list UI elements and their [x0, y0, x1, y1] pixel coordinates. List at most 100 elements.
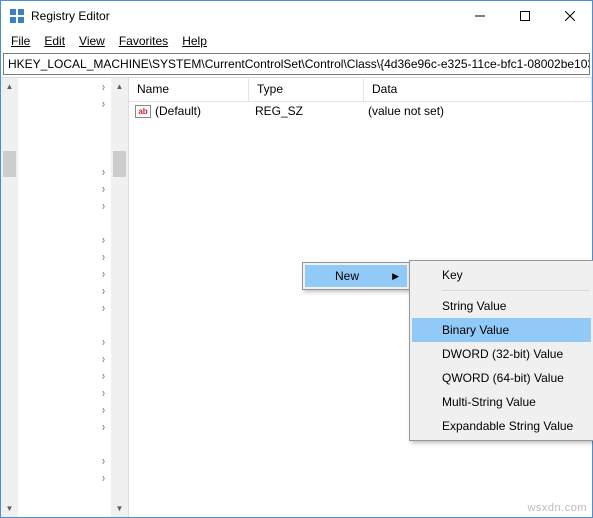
submenu-qword-value[interactable]: QWORD (64-bit) Value — [412, 366, 591, 390]
watermark: wsxdn.com — [527, 502, 587, 514]
submenu-key[interactable]: Key — [412, 263, 591, 287]
tree-scrollbar-left[interactable]: ▲ ▼ — [1, 78, 18, 517]
tree-item[interactable] — [71, 129, 111, 146]
chevron-right-icon: › — [102, 267, 105, 281]
registry-editor-window: Registry Editor File Edit View Favorites… — [0, 0, 593, 518]
tree-item[interactable] — [71, 214, 111, 231]
chevron-right-icon: › — [102, 386, 105, 400]
chevron-right-icon: › — [102, 284, 105, 298]
tree-item[interactable]: › — [71, 197, 111, 214]
address-text: HKEY_LOCAL_MACHINE\SYSTEM\CurrentControl… — [8, 57, 590, 71]
chevron-right-icon: › — [102, 471, 105, 485]
tree-item[interactable]: › — [71, 350, 111, 367]
menu-help[interactable]: Help — [176, 32, 213, 50]
chevron-right-icon: › — [102, 335, 105, 349]
string-value-icon: ab — [135, 105, 151, 118]
chevron-right-icon: › — [102, 182, 105, 196]
close-button[interactable] — [547, 1, 592, 31]
content-area: ▲ ▼ › › › › › › › — [1, 77, 592, 517]
chevron-right-icon: › — [102, 454, 105, 468]
list-body[interactable]: ab (Default) REG_SZ (value not set) New … — [129, 102, 592, 517]
minimize-icon — [475, 11, 485, 21]
tree-item[interactable]: › — [71, 180, 111, 197]
menu-view[interactable]: View — [73, 32, 111, 50]
chevron-right-icon: › — [102, 352, 105, 366]
tree-rows: › › › › › › › › › › › › › — [71, 78, 111, 486]
titlebar[interactable]: Registry Editor — [1, 1, 592, 31]
minimize-button[interactable] — [457, 1, 502, 31]
tree-item[interactable] — [71, 146, 111, 163]
chevron-right-icon: › — [102, 369, 105, 383]
app-icon — [9, 8, 25, 24]
cell-data: (value not set) — [368, 104, 592, 118]
submenu-dword-value[interactable]: DWORD (32-bit) Value — [412, 342, 591, 366]
menu-separator — [442, 290, 589, 291]
list-row[interactable]: ab (Default) REG_SZ (value not set) — [129, 102, 592, 120]
menubar: File Edit View Favorites Help — [1, 31, 592, 51]
address-bar[interactable]: HKEY_LOCAL_MACHINE\SYSTEM\CurrentControl… — [3, 53, 590, 75]
column-header-name[interactable]: Name — [129, 78, 249, 101]
tree-item[interactable]: › — [71, 384, 111, 401]
submenu-binary-value[interactable]: Binary Value — [412, 318, 591, 342]
context-submenu-new: Key String Value Binary Value DWORD (32-… — [409, 260, 593, 441]
cell-type: REG_SZ — [253, 104, 368, 118]
submenu-string-value[interactable]: String Value — [412, 294, 591, 318]
menu-file[interactable]: File — [5, 32, 36, 50]
scroll-down-icon[interactable]: ▼ — [111, 500, 128, 517]
column-header-type[interactable]: Type — [249, 78, 364, 101]
scroll-track[interactable] — [111, 95, 128, 500]
tree-panel: ▲ ▼ › › › › › › › — [1, 78, 129, 517]
scroll-track[interactable] — [1, 95, 18, 500]
chevron-right-icon: ▶ — [392, 271, 399, 282]
tree-item[interactable]: › — [71, 299, 111, 316]
chevron-right-icon: › — [102, 97, 105, 111]
close-icon — [565, 11, 575, 21]
tree-item[interactable]: › — [71, 163, 111, 180]
maximize-icon — [520, 11, 530, 21]
scroll-thumb[interactable] — [3, 151, 16, 177]
window-controls — [457, 1, 592, 31]
scroll-down-icon[interactable]: ▼ — [1, 500, 18, 517]
cell-name: (Default) — [155, 104, 253, 118]
menu-edit[interactable]: Edit — [38, 32, 71, 50]
list-header: Name Type Data — [129, 78, 592, 102]
chevron-right-icon: › — [102, 250, 105, 264]
context-menu-new[interactable]: New ▶ — [305, 265, 407, 287]
tree-item[interactable]: › — [71, 469, 111, 486]
tree-item[interactable]: › — [71, 401, 111, 418]
context-menu: New ▶ — [302, 262, 410, 290]
tree-scrollbar-right[interactable]: ▲ ▼ — [111, 78, 128, 517]
tree-item[interactable]: › — [71, 418, 111, 435]
tree-item[interactable] — [71, 112, 111, 129]
tree-item[interactable] — [71, 316, 111, 333]
tree-item[interactable]: › — [71, 231, 111, 248]
maximize-button[interactable] — [502, 1, 547, 31]
chevron-right-icon: › — [102, 233, 105, 247]
context-menu-label: New — [335, 269, 359, 283]
tree-item[interactable]: › — [71, 367, 111, 384]
chevron-right-icon: › — [102, 165, 105, 179]
value-list-panel: Name Type Data ab (Default) REG_SZ (valu… — [129, 78, 592, 517]
chevron-right-icon: › — [102, 199, 105, 213]
tree-item[interactable]: › — [71, 452, 111, 469]
chevron-right-icon: › — [102, 420, 105, 434]
submenu-multistring-value[interactable]: Multi-String Value — [412, 390, 591, 414]
scroll-up-icon[interactable]: ▲ — [111, 78, 128, 95]
submenu-expandable-string-value[interactable]: Expandable String Value — [412, 414, 591, 438]
scroll-up-icon[interactable]: ▲ — [1, 78, 18, 95]
chevron-right-icon: › — [102, 301, 105, 315]
tree-item[interactable]: › — [71, 333, 111, 350]
tree-item[interactable]: › — [71, 95, 111, 112]
tree-item[interactable] — [71, 435, 111, 452]
tree-item[interactable]: › — [71, 282, 111, 299]
chevron-right-icon: › — [102, 403, 105, 417]
window-title: Registry Editor — [31, 9, 457, 23]
tree-item[interactable]: › — [71, 248, 111, 265]
tree-item[interactable]: › — [71, 78, 111, 95]
menu-favorites[interactable]: Favorites — [113, 32, 174, 50]
tree-item[interactable]: › — [71, 265, 111, 282]
column-header-data[interactable]: Data — [364, 78, 592, 101]
chevron-right-icon: › — [102, 80, 105, 94]
scroll-thumb[interactable] — [113, 151, 126, 177]
tree-body[interactable]: › › › › › › › › › › › › › — [18, 78, 111, 517]
